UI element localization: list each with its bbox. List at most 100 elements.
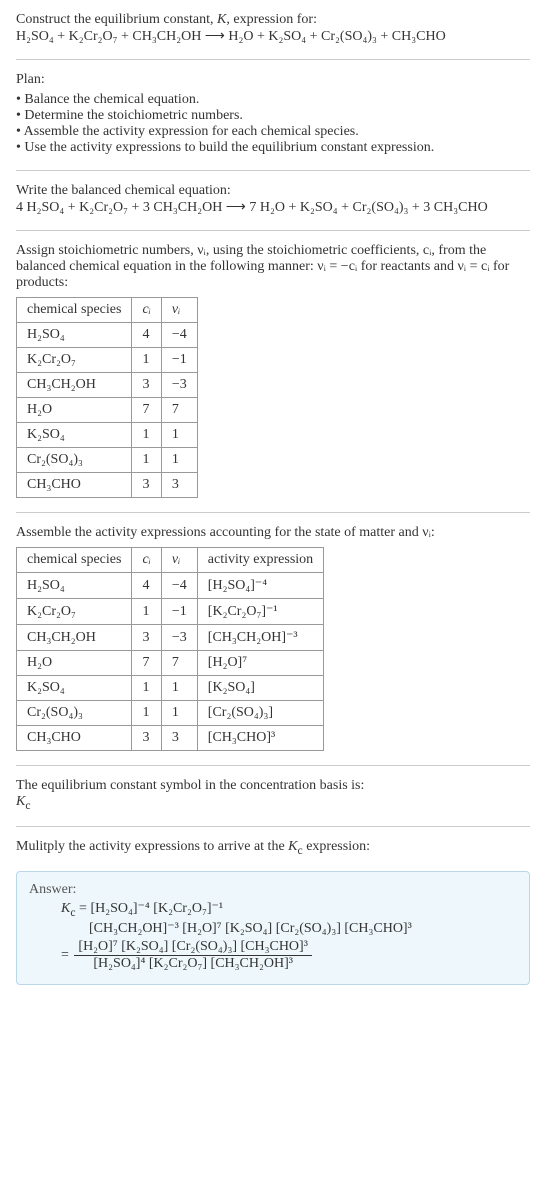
answer-line1: Kc = K_c = [H₂SO₄]⁻⁴ [K₂Cr₂O₇]⁻¹[H₂SO₄]⁻… [29,900,517,919]
intro-equation: H₂SO₄ + K₂Cr₂O₇ + CH₃CH₂OH ⟶ H₂O + K₂SO₄… [16,28,530,45]
cell: 3 [132,373,161,398]
cell: 1 [132,348,161,373]
activity-section: Assemble the activity expressions accoun… [16,525,530,751]
table-row: Cr₂(SO₄)₃11[Cr₂(SO₄)₃] [17,701,324,726]
cell: 1 [132,423,161,448]
table-row: H₂SO₄4−4[H₂SO₄]⁻⁴ [17,573,324,599]
activity-text: Assemble the activity expressions accoun… [16,525,530,541]
table-row: K₂Cr₂O₇1−1[K₂Cr₂O₇]⁻¹ [17,599,324,625]
cell: 7 [132,651,161,676]
activity-table: chemical species cᵢ νᵢ activity expressi… [16,547,324,751]
cell: 1 [161,701,197,726]
cell: 3 [161,473,197,498]
col-header: νᵢ [161,298,197,323]
cell: [H₂O]⁷ [197,651,323,676]
answer-fraction-line: = [H₂O]⁷ [K₂SO₄] [Cr₂(SO₄)₃] [CH₃CHO]³ [… [29,939,517,972]
table-row: Cr₂(SO₄)₃11 [17,448,198,473]
table-row: H₂O77 [17,398,198,423]
divider [16,765,530,766]
answer-box: Answer: Kc = K_c = [H₂SO₄]⁻⁴ [K₂Cr₂O₇]⁻¹… [16,871,530,986]
cell: H₂O [17,398,132,423]
cell: 1 [132,448,161,473]
cell: CH₃CHO [17,473,132,498]
cell: −4 [161,323,197,348]
col-header: chemical species [17,298,132,323]
table-row: K₂Cr₂O₇1−1 [17,348,198,373]
cell: 7 [161,398,197,423]
answer-line2: [CH₃CH₂OH]⁻³ [H₂O]⁷ [K₂SO₄] [Cr₂(SO₄)₃] … [29,920,517,937]
table-row: CH₃CHO33[CH₃CHO]³ [17,726,324,751]
col-header: cᵢ [132,548,161,573]
equals-sign: = [61,948,69,963]
fraction: [H₂O]⁷ [K₂SO₄] [Cr₂(SO₄)₃] [CH₃CHO]³ [H₂… [74,939,312,972]
cell: [CH₃CHO]³ [197,726,323,751]
divider [16,170,530,171]
balanced-section: Write the balanced chemical equation: 4 … [16,183,530,216]
cell: 3 [132,726,161,751]
cell: [Cr₂(SO₄)₃] [197,701,323,726]
cell: −1 [161,348,197,373]
balanced-equation: 4 H₂SO₄ + K₂Cr₂O₇ + 3 CH₃CH₂OH ⟶ 7 H₂O +… [16,199,530,216]
cell: 4 [132,573,161,599]
cell: −4 [161,573,197,599]
col-header: chemical species [17,548,132,573]
cell: CH₃CH₂OH [17,625,132,651]
divider [16,59,530,60]
fraction-denominator: [H₂SO₄]⁴ [K₂Cr₂O₇] [CH₃CH₂OH]³ [74,956,312,972]
cell: [K₂Cr₂O₇]⁻¹ [197,599,323,625]
table-header-row: chemical species cᵢ νᵢ activity expressi… [17,548,324,573]
plan-item: Assemble the activity expression for eac… [16,124,530,140]
multiply-section: Mulitply the activity expressions to arr… [16,839,530,857]
cell: 1 [161,676,197,701]
cell: [H₂SO₄]⁻⁴ [197,573,323,599]
cell: 4 [132,323,161,348]
cell: K₂SO₄ [17,676,132,701]
balanced-heading: Write the balanced chemical equation: [16,183,530,199]
stoich-section: Assign stoichiometric numbers, νᵢ, using… [16,243,530,498]
stoich-table: chemical species cᵢ νᵢ H₂SO₄4−4 K₂Cr₂O₇1… [16,297,198,498]
answer-label: Answer: [29,882,517,898]
cell: CH₃CH₂OH [17,373,132,398]
multiply-text: Mulitply the activity expressions to arr… [16,839,530,857]
cell: 1 [161,448,197,473]
cell: [CH₃CH₂OH]⁻³ [197,625,323,651]
divider [16,826,530,827]
intro-section: Construct the equilibrium constant, K, e… [16,12,530,45]
cell: Cr₂(SO₄)₃ [17,701,132,726]
symbol-value: Kc [16,794,530,812]
plan-item: Use the activity expressions to build th… [16,140,530,156]
plan-heading: Plan: [16,72,530,88]
cell: Cr₂(SO₄)₃ [17,448,132,473]
table-row: CH₃CH₂OH3−3[CH₃CH₂OH]⁻³ [17,625,324,651]
cell: 7 [132,398,161,423]
table-header-row: chemical species cᵢ νᵢ [17,298,198,323]
fraction-numerator: [H₂O]⁷ [K₂SO₄] [Cr₂(SO₄)₃] [CH₃CHO]³ [74,939,312,956]
stoich-text: Assign stoichiometric numbers, νᵢ, using… [16,243,530,291]
cell: CH₃CHO [17,726,132,751]
cell: 1 [132,599,161,625]
table-row: H₂O77[H₂O]⁷ [17,651,324,676]
col-header: νᵢ [161,548,197,573]
symbol-text: The equilibrium constant symbol in the c… [16,778,530,794]
cell: 3 [132,625,161,651]
table-row: K₂SO₄11[K₂SO₄] [17,676,324,701]
col-header: activity expression [197,548,323,573]
cell: 3 [161,726,197,751]
cell: H₂O [17,651,132,676]
table-row: CH₃CHO33 [17,473,198,498]
divider [16,230,530,231]
cell: −3 [161,625,197,651]
cell: [K₂SO₄] [197,676,323,701]
cell: 1 [132,676,161,701]
plan-section: Plan: Balance the chemical equation. Det… [16,72,530,156]
divider [16,512,530,513]
cell: −3 [161,373,197,398]
cell: K₂Cr₂O₇ [17,599,132,625]
cell: H₂SO₄ [17,573,132,599]
cell: 1 [132,701,161,726]
cell: 7 [161,651,197,676]
cell: H₂SO₄ [17,323,132,348]
intro-line: Construct the equilibrium constant, K, e… [16,12,530,28]
cell: 1 [161,423,197,448]
cell: K₂SO₄ [17,423,132,448]
